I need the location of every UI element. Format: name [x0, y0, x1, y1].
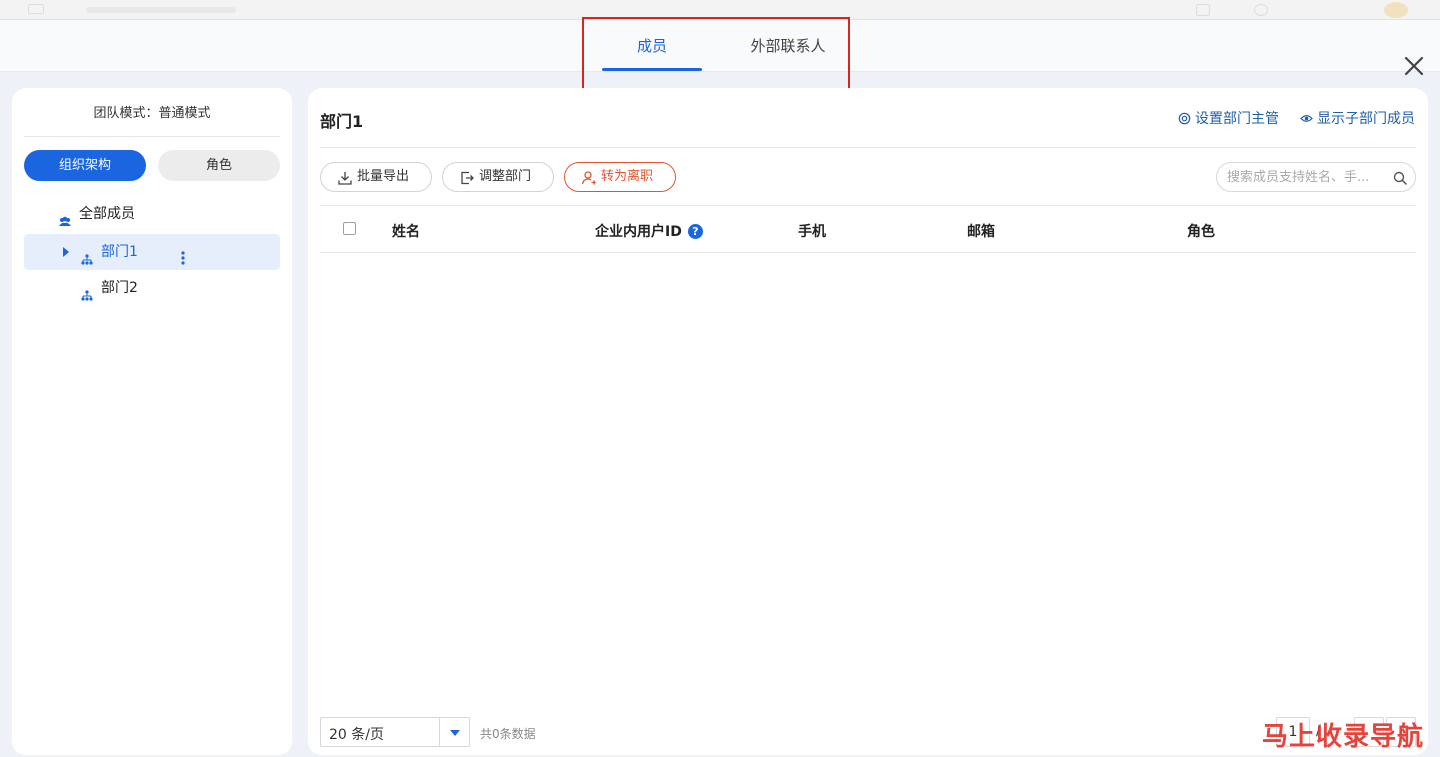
- org-icon: [80, 245, 94, 265]
- team-mode-label: 团队模式：普通模式: [93, 106, 211, 121]
- tree-item-all-members[interactable]: 全部成员: [24, 196, 280, 232]
- tab-external-contacts[interactable]: 外部联系人: [738, 20, 838, 72]
- background-window-title: [86, 7, 236, 13]
- adjust-dept-label: 调整部门: [479, 169, 532, 184]
- target-icon: [1178, 112, 1191, 125]
- background-window-icon: [28, 4, 44, 14]
- active-tab-indicator: [602, 68, 702, 71]
- segment-roles[interactable]: 角色: [158, 150, 280, 181]
- tab-members[interactable]: 成员: [602, 20, 702, 72]
- divider: [320, 205, 1416, 206]
- to-resigned-label: 转为离职: [601, 169, 654, 184]
- eye-icon: [1300, 115, 1313, 122]
- move-out-icon: [461, 171, 474, 185]
- adjust-dept-button[interactable]: 调整部门: [442, 162, 554, 192]
- tree-item-dept-2[interactable]: 部门2: [24, 270, 280, 306]
- more-options-icon[interactable]: [179, 244, 187, 265]
- member-panel: 部门1 设置部门主管 显示子部门成员 批量导出 调整部门 转为离职 姓名 企业内…: [308, 88, 1428, 755]
- column-header-name[interactable]: 姓名: [392, 221, 420, 241]
- batch-export-button[interactable]: 批量导出: [320, 162, 432, 192]
- column-header-user-id[interactable]: 企业内用户ID?: [595, 221, 703, 241]
- select-all-checkbox[interactable]: [343, 222, 356, 235]
- show-sub-members-link[interactable]: 显示子部门成员: [1300, 108, 1415, 128]
- search-icon[interactable]: [1393, 170, 1407, 189]
- column-header-user-id-label: 企业内用户ID: [595, 224, 682, 240]
- column-header-phone[interactable]: 手机: [798, 221, 826, 241]
- tree-item-label: 部门1: [101, 244, 138, 260]
- divider: [320, 147, 1416, 148]
- page-title: 部门1: [320, 112, 364, 131]
- divider: [320, 252, 1416, 253]
- tree-item-label: 全部成员: [79, 206, 135, 222]
- dialog-header: 成员 外部联系人: [0, 20, 1440, 76]
- member-search: [1216, 162, 1416, 192]
- total-count: 共0条数据: [480, 727, 536, 741]
- column-header-email[interactable]: 邮箱: [967, 221, 995, 241]
- to-resigned-button[interactable]: 转为离职: [564, 162, 676, 192]
- org-sidebar: 团队模式：普通模式 组织架构 角色 全部成员 部门1 部门2: [12, 88, 292, 755]
- show-sub-members-label: 显示子部门成员: [1317, 111, 1415, 127]
- background-window-icon: [1196, 4, 1210, 16]
- set-manager-link[interactable]: 设置部门主管: [1178, 108, 1279, 128]
- tree-item-dept-1[interactable]: 部门1: [24, 234, 280, 270]
- search-input[interactable]: [1227, 168, 1385, 186]
- page-size-value: 20 条/页: [329, 727, 384, 743]
- expand-arrow-icon[interactable]: [63, 247, 69, 257]
- segment-org-structure[interactable]: 组织架构: [24, 150, 146, 181]
- set-manager-label: 设置部门主管: [1195, 111, 1279, 127]
- batch-export-label: 批量导出: [357, 169, 410, 184]
- user-remove-icon: [581, 171, 596, 185]
- page-size-select[interactable]: 20 条/页: [320, 717, 470, 747]
- members-icon: [58, 207, 72, 226]
- org-icon: [80, 281, 94, 301]
- close-icon[interactable]: [1402, 54, 1426, 78]
- chevron-down-icon: [450, 730, 460, 736]
- select-divider: [439, 718, 440, 746]
- watermark: 马上收录导航: [1262, 722, 1425, 752]
- download-icon: [338, 172, 352, 185]
- background-avatar: [1384, 2, 1408, 18]
- background-window-icon: [1254, 4, 1268, 16]
- help-icon[interactable]: ?: [687, 224, 703, 239]
- tree-item-label: 部门2: [101, 280, 138, 296]
- divider: [24, 136, 280, 137]
- column-header-role[interactable]: 角色: [1187, 221, 1215, 241]
- background-window-strip: [0, 0, 1440, 20]
